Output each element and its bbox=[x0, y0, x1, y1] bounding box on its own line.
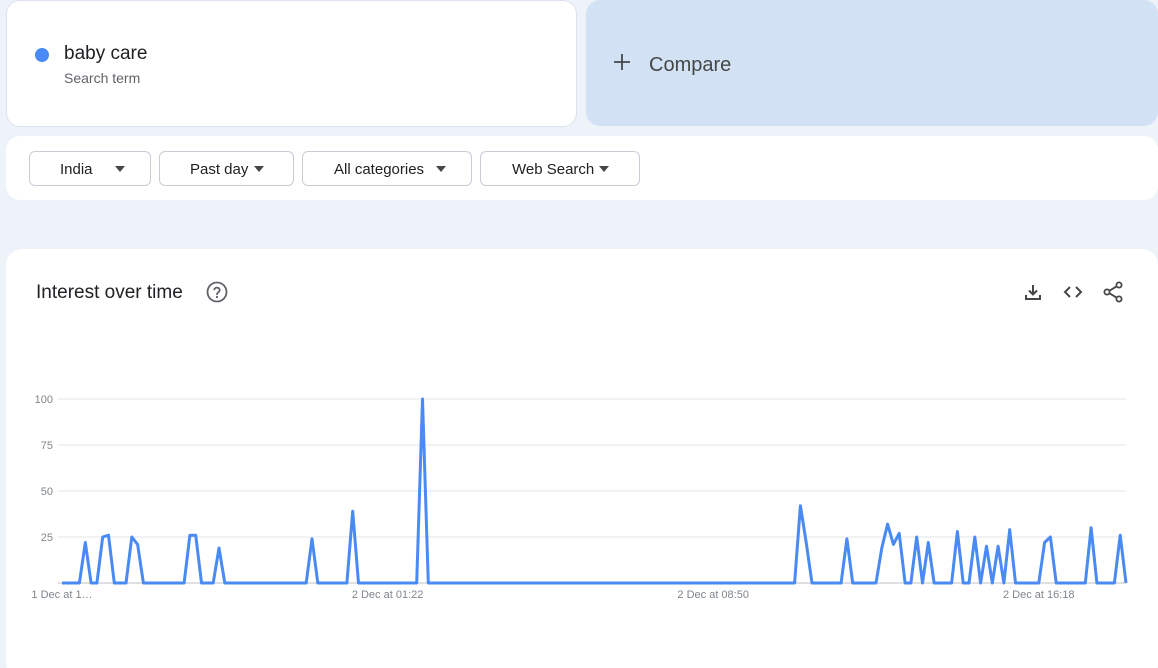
time-range-filter-dropdown[interactable]: Past day bbox=[159, 151, 294, 186]
search-term-subtitle: Search term bbox=[64, 70, 141, 86]
compare-label: Compare bbox=[649, 54, 732, 76]
chevron-down-icon bbox=[254, 166, 264, 172]
chart-title: Interest over time bbox=[36, 282, 183, 303]
region-filter-dropdown[interactable]: India bbox=[29, 151, 151, 186]
share-icon[interactable] bbox=[1101, 280, 1125, 304]
category-filter-label: All categories bbox=[334, 161, 425, 178]
x-tick-label: 2 Dec at 08:50 bbox=[677, 589, 749, 601]
plus-icon bbox=[614, 54, 630, 70]
y-tick-label: 75 bbox=[41, 440, 53, 452]
download-icon[interactable] bbox=[1021, 280, 1045, 304]
term-color-dot bbox=[35, 48, 49, 62]
compare-button[interactable]: Compare bbox=[586, 0, 1158, 126]
category-filter-dropdown[interactable]: All categories bbox=[302, 151, 472, 186]
x-tick-label: 2 Dec at 01:22 bbox=[352, 589, 424, 601]
search-term-card[interactable]: baby care Search term bbox=[6, 0, 577, 127]
x-tick-label: 2 Dec at 16:18 bbox=[1003, 589, 1075, 601]
x-tick-label: 1 Dec at 1… bbox=[31, 589, 92, 601]
search-type-filter-label: Web Search bbox=[512, 161, 595, 178]
search-term-name[interactable]: baby care bbox=[64, 43, 147, 65]
y-tick-label: 100 bbox=[35, 394, 53, 406]
chevron-down-icon bbox=[436, 166, 446, 172]
interest-over-time-card: 100 75 50 25 1 Dec at 1… 2 Dec at 01:22 2 Dec … bbox=[6, 249, 1158, 668]
interest-over-time-chart: 100 75 50 25 1 Dec at 1… 2 Dec at 01:22 2 Dec … bbox=[31, 394, 1128, 601]
time-range-filter-label: Past day bbox=[190, 161, 249, 178]
region-filter-label: India bbox=[60, 161, 93, 178]
filter-bar: India Past day All categories Web Search bbox=[6, 136, 1158, 200]
chevron-down-icon bbox=[599, 166, 609, 172]
y-tick-label: 50 bbox=[41, 486, 53, 498]
y-tick-label: 25 bbox=[41, 532, 53, 544]
help-circle-icon[interactable] bbox=[205, 280, 229, 304]
search-type-filter-dropdown[interactable]: Web Search bbox=[480, 151, 640, 186]
embed-code-icon[interactable] bbox=[1061, 280, 1085, 304]
chevron-down-icon bbox=[115, 166, 125, 172]
